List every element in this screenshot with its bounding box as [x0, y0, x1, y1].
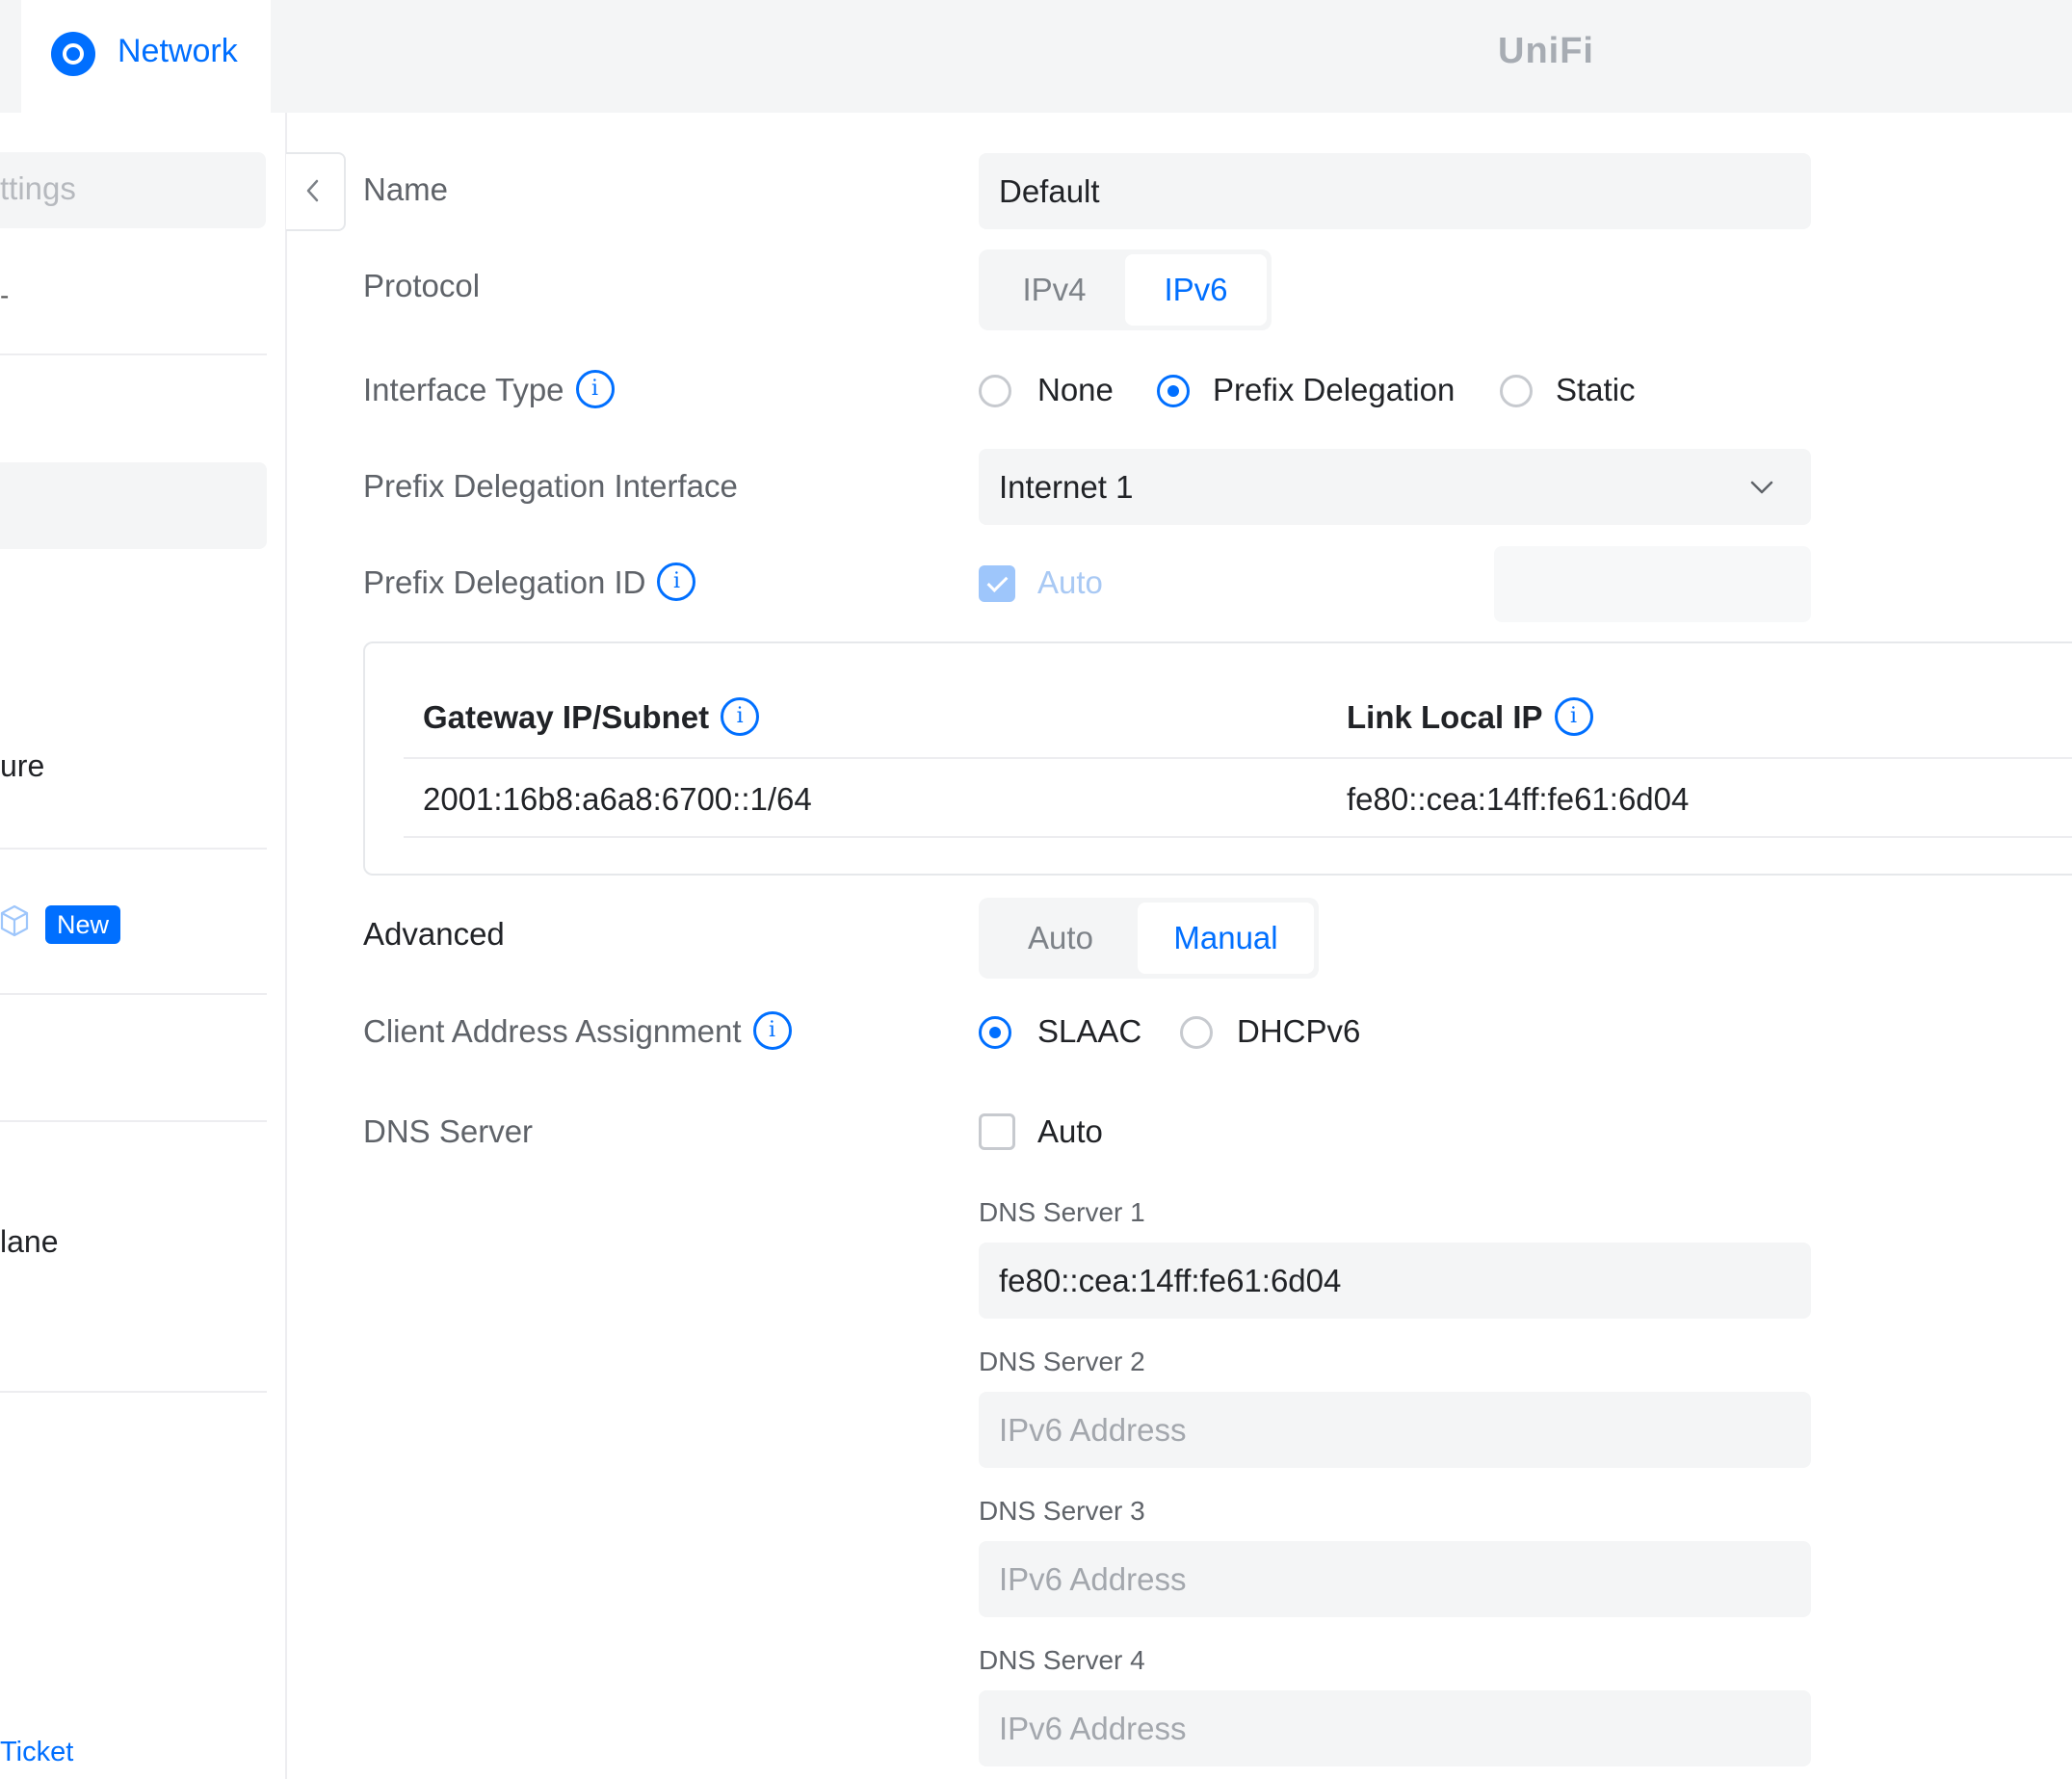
advanced-label: Advanced: [363, 916, 505, 952]
link-local-ip-value: fe80::cea:14ff:fe61:6d04: [1347, 781, 1690, 817]
interface-type-radio-prefix-delegation[interactable]: [1157, 375, 1190, 407]
sidebar-item-active[interactable]: [0, 462, 267, 549]
gateway-subnet-header: Gateway IP/Subnet i: [423, 697, 760, 737]
top-bar: Network UniFi: [0, 0, 2072, 113]
new-badge: New: [45, 905, 121, 944]
network-logo-icon: [51, 32, 95, 76]
protocol-label: Protocol: [363, 268, 481, 303]
gateway-subnet-header-text: Gateway IP/Subnet: [423, 699, 710, 735]
pd-interface-label: Prefix Delegation Interface: [363, 468, 738, 504]
protocol-segmented-control: IPv4 IPv6: [979, 249, 1272, 330]
client-assignment-option-slaac[interactable]: SLAAC: [1037, 1013, 1141, 1050]
dns-server-2-label: DNS Server 2: [979, 1347, 1145, 1376]
pd-id-label-text: Prefix Delegation ID: [363, 564, 646, 600]
dns-auto-checkbox[interactable]: [979, 1113, 1015, 1150]
dns-server-4-input[interactable]: IPv6 Address: [979, 1690, 1811, 1766]
pd-id-input: [1494, 546, 1811, 622]
protocol-option-ipv6[interactable]: IPv6: [1125, 254, 1267, 326]
sidebar-item-ure[interactable]: ure: [0, 748, 44, 784]
chevron-down-icon: [1750, 481, 1773, 494]
client-assignment-option-dhcpv6[interactable]: DHCPv6: [1237, 1013, 1360, 1050]
protocol-option-ipv4[interactable]: IPv4: [984, 254, 1125, 326]
link-local-ip-header: Link Local IP i: [1347, 697, 1593, 737]
client-assignment-radio-slaac[interactable]: [979, 1016, 1011, 1049]
unifi-brand-logo: UniFi: [1498, 31, 1594, 71]
client-assignment-label-text: Client Address Assignment: [363, 1013, 742, 1049]
sidebar-search-input[interactable]: ttings: [0, 152, 266, 228]
collapse-panel-button[interactable]: [286, 152, 346, 231]
gateway-subnet-value: 2001:16b8:a6a8:6700::1/64: [423, 781, 812, 817]
advanced-option-auto[interactable]: Auto: [984, 903, 1138, 974]
interface-type-label-text: Interface Type: [363, 372, 564, 407]
sidebar-divider: [0, 1120, 267, 1122]
chevron-left-icon: [306, 179, 319, 202]
sidebar-search-placeholder: ttings: [0, 170, 76, 206]
advanced-option-manual[interactable]: Manual: [1138, 903, 1314, 974]
sidebar-item-partial[interactable]: -: [0, 280, 9, 311]
info-icon[interactable]: i: [657, 562, 696, 602]
network-app-label: Network: [118, 33, 238, 69]
interface-type-label: Interface Type i: [363, 370, 615, 409]
info-icon[interactable]: i: [1554, 697, 1593, 737]
client-assignment-radio-dhcpv6[interactable]: [1180, 1016, 1213, 1049]
interface-type-option-prefix-delegation[interactable]: Prefix Delegation: [1213, 372, 1455, 408]
client-assignment-label: Client Address Assignment i: [363, 1011, 792, 1051]
interface-type-radio-static[interactable]: [1500, 375, 1533, 407]
interface-type-option-none[interactable]: None: [1037, 372, 1114, 408]
sidebar: ttings - ure New lane Ticket: [0, 113, 287, 1779]
cube-icon: [0, 904, 29, 937]
sidebar-divider: [0, 1391, 267, 1393]
pd-id-label: Prefix Delegation ID i: [363, 562, 696, 602]
pd-interface-select[interactable]: Internet 1: [979, 449, 1811, 525]
advanced-segmented-control: Auto Manual: [979, 898, 1319, 979]
info-icon[interactable]: i: [752, 1011, 792, 1051]
interface-type-radio-none[interactable]: [979, 375, 1011, 407]
name-label: Name: [363, 171, 449, 207]
link-local-ip-header-text: Link Local IP: [1347, 699, 1543, 735]
dns-server-label: DNS Server: [363, 1113, 534, 1149]
info-icon[interactable]: i: [575, 370, 615, 409]
name-input[interactable]: Default: [979, 153, 1811, 229]
dns-server-1-input[interactable]: fe80::cea:14ff:fe61:6d04: [979, 1243, 1811, 1319]
sidebar-divider: [0, 353, 267, 355]
sidebar-divider: [0, 848, 267, 850]
dns-server-3-label: DNS Server 3: [979, 1496, 1145, 1526]
pd-id-auto-label: Auto: [1037, 564, 1103, 600]
table-divider: [404, 836, 2072, 838]
support-ticket-link[interactable]: Ticket: [0, 1737, 73, 1768]
dns-auto-label[interactable]: Auto: [1037, 1113, 1103, 1150]
table-divider: [404, 757, 2072, 759]
pd-id-auto-checkbox: [979, 565, 1015, 602]
sidebar-divider: [0, 993, 267, 995]
dns-server-3-input[interactable]: IPv6 Address: [979, 1541, 1811, 1617]
sidebar-item-lane[interactable]: lane: [0, 1224, 59, 1260]
dns-server-4-label: DNS Server 4: [979, 1645, 1145, 1675]
interface-type-option-static[interactable]: Static: [1556, 372, 1636, 408]
dns-server-1-label: DNS Server 1: [979, 1197, 1145, 1227]
dns-server-2-input[interactable]: IPv6 Address: [979, 1392, 1811, 1468]
network-app-tab[interactable]: Network: [21, 0, 271, 113]
info-icon[interactable]: i: [721, 697, 760, 737]
